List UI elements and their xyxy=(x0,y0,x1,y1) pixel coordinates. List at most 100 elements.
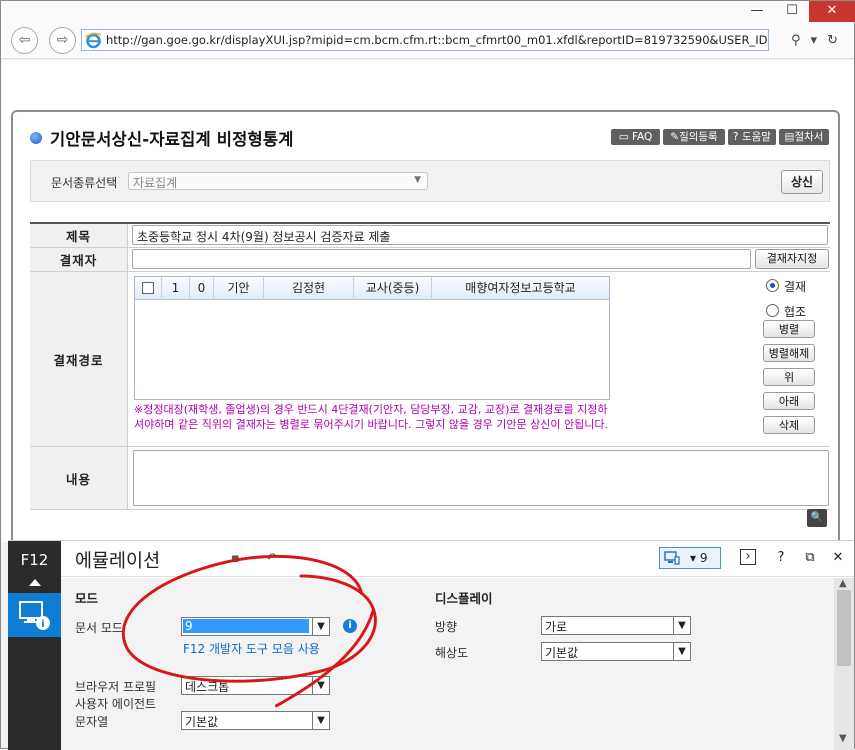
collapse-triangle-icon[interactable] xyxy=(29,579,41,586)
submit-button[interactable]: 상신 xyxy=(781,170,823,194)
delete-button[interactable]: 삭제 xyxy=(763,416,815,434)
register-question-button[interactable]: ✎질의등록 xyxy=(663,129,725,145)
chevron-down-icon: ▼ xyxy=(673,617,690,634)
ie-logo-icon xyxy=(85,32,102,49)
document-icon: ▤ xyxy=(784,131,795,143)
browser-profile-select[interactable]: 데스크톱 ▼ xyxy=(181,676,330,695)
devtools-header: 에뮬레이션 ▪ ↶ ▾ 9 › ? ⧉ ✕ xyxy=(61,541,854,577)
emulation-body: 모드 문서 모드 9 ▼ i F12 개발자 도구 모음 사용 브라우저 프로필… xyxy=(61,578,854,750)
doc-mode-label: 문서 모드 xyxy=(75,621,123,635)
orientation-label: 방향 xyxy=(435,620,458,634)
unparallel-button[interactable]: 병렬해제 xyxy=(763,344,815,362)
approve-radio[interactable]: 결재 xyxy=(766,278,826,294)
doc-type-select[interactable]: 자료집계 ▼ xyxy=(128,172,428,190)
subject-label: 제목 xyxy=(30,224,128,247)
devtools-close-button[interactable]: ✕ xyxy=(829,549,847,567)
approver-input[interactable] xyxy=(132,249,751,269)
devtools-scrollbar[interactable]: ▲ ▼ xyxy=(834,578,854,750)
devtools-help-button[interactable]: ? xyxy=(772,549,790,567)
procedure-button[interactable]: ▤절차서 xyxy=(779,129,829,145)
reset-icon[interactable]: ↶ xyxy=(266,551,277,566)
devtools-sidebar: F12 i xyxy=(8,541,61,750)
browser-window: — ☐ ✕ ⇦ ⇨ http://gan.goe.go.kr/displayXU… xyxy=(0,0,855,750)
user-agent-select[interactable]: 기본값 ▼ xyxy=(181,711,330,730)
doc-type-label: 문서종류선택 xyxy=(51,176,118,190)
content-textarea[interactable] xyxy=(133,450,829,506)
info-icon[interactable]: i xyxy=(343,619,357,633)
route-grid-row[interactable]: 1 0 기안 김정현 교사(중등) 매향여자정보고등학교 xyxy=(135,277,609,300)
route-cell-org: 매향여자정보고등학교 xyxy=(465,281,576,295)
scroll-down-icon[interactable]: ▼ xyxy=(839,733,847,744)
assign-approver-button[interactable]: 결재자지정 xyxy=(755,249,829,269)
forward-button[interactable]: ⇨ xyxy=(49,27,76,54)
route-row: 결재경로 1 0 기안 김정현 교사(중등) 매향여자정보고등학교 ※정정대장(… xyxy=(30,272,830,447)
move-up-button[interactable]: 위 xyxy=(763,368,815,386)
resolution-select[interactable]: 기본값 ▼ xyxy=(541,642,691,661)
chat-icon: ▭ xyxy=(618,131,632,143)
doc-type-bar: 문서종류선택 자료집계 ▼ 상신 xyxy=(30,160,830,202)
content-label: 내용 xyxy=(30,447,128,509)
devtools-title: 에뮬레이션 xyxy=(75,551,161,572)
scroll-up-icon[interactable]: ▲ xyxy=(839,578,847,589)
route-label: 결재경로 xyxy=(30,272,128,446)
cooperate-radio[interactable]: 협조 xyxy=(766,303,826,319)
refresh-icon[interactable]: ↻ xyxy=(827,33,838,48)
orientation-select[interactable]: 가로 ▼ xyxy=(541,616,691,635)
devtools-toolbar-link[interactable]: F12 개발자 도구 모음 사용 xyxy=(183,640,320,657)
route-grid: 1 0 기안 김정현 교사(중등) 매향여자정보고등학교 xyxy=(134,276,610,400)
maximize-button[interactable]: ☐ xyxy=(775,1,809,22)
user-agent-label: 사용자 에이전트 xyxy=(75,697,157,711)
doc-mode-select[interactable]: 9 ▼ xyxy=(181,617,330,636)
help-button[interactable]: ? 도움말 xyxy=(728,129,776,145)
address-bar-actions: ⚲ ▾ ↻ xyxy=(791,33,848,48)
chevron-down-icon: ▼ xyxy=(312,677,329,694)
route-checkbox-cell[interactable] xyxy=(135,277,162,300)
address-bar[interactable]: http://gan.goe.go.kr/displayXUI.jsp?mipi… xyxy=(81,29,769,51)
search-icon[interactable]: ⚲ xyxy=(791,33,801,48)
route-checkbox[interactable] xyxy=(142,282,154,294)
title-bar: — ☐ ✕ xyxy=(1,1,855,23)
move-down-button[interactable]: 아래 xyxy=(763,392,815,410)
back-button[interactable]: ⇦ xyxy=(11,27,38,54)
form-panel: 기안문서상신-자료집계 비정형통계 ▭ FAQ ✎질의등록 ? 도움말 ▤절차서… xyxy=(11,110,840,542)
emulation-device-icon: i xyxy=(19,601,50,630)
approver-row: 결재자 결재자지정 xyxy=(30,248,830,272)
doc-type-value: 자료집계 xyxy=(133,176,178,190)
resolution-label: 해상도 xyxy=(435,646,469,660)
console-button[interactable]: › xyxy=(740,549,756,565)
subject-input[interactable]: 초중등학교 정시 4차(9월) 정보공시 검증자료 제출 xyxy=(132,225,828,245)
magnifier-icon[interactable]: 🔍 xyxy=(807,509,827,527)
mode-section-heading: 모드 xyxy=(75,591,99,606)
emulation-tab[interactable]: i xyxy=(8,593,61,637)
doc-mode-badge[interactable]: ▾ 9 xyxy=(659,547,721,569)
orientation-value: 가로 xyxy=(545,620,568,634)
chevron-down-icon: ▼ xyxy=(414,175,421,185)
subject-row: 제목 초중등학교 정시 4차(9월) 정보공시 검증자료 제출 xyxy=(30,224,830,248)
scroll-thumb[interactable] xyxy=(837,590,851,666)
navigation-bar: ⇦ ⇨ http://gan.goe.go.kr/displayXUI.jsp?… xyxy=(1,23,854,59)
route-cell-type: 기안 xyxy=(214,277,264,300)
f12-label: F12 xyxy=(20,551,49,569)
faq-button[interactable]: ▭ FAQ xyxy=(611,129,660,145)
url-text: http://gan.goe.go.kr/displayXUI.jsp?mipi… xyxy=(106,33,768,47)
route-cell-position: 교사(중등) xyxy=(354,277,432,300)
doc-mode-value: 9 xyxy=(183,619,309,633)
route-cell-name: 김정현 xyxy=(264,277,354,300)
resolution-value: 기본값 xyxy=(545,646,579,660)
pencil-icon: ✎ xyxy=(670,131,680,143)
minimize-button[interactable]: — xyxy=(740,1,774,22)
route-cell-flag: 0 xyxy=(190,277,214,300)
svg-text:i: i xyxy=(41,619,44,630)
route-cell-seq: 1 xyxy=(162,277,190,300)
close-button[interactable]: ✕ xyxy=(809,1,855,22)
parallel-button[interactable]: 병렬 xyxy=(763,320,815,338)
undock-button[interactable]: ⧉ xyxy=(801,549,819,567)
save-icon[interactable]: ▪ xyxy=(231,551,240,566)
radio-selected-icon xyxy=(766,279,779,292)
question-icon: ? xyxy=(733,131,742,143)
radio-empty-icon xyxy=(766,304,779,317)
doc-mode-badge-value: ▾ 9 xyxy=(690,551,708,565)
chevron-down-icon: ▼ xyxy=(673,643,690,660)
dropdown-icon[interactable]: ▾ xyxy=(811,33,818,48)
browser-profile-label: 브라우저 프로필 xyxy=(75,680,157,694)
